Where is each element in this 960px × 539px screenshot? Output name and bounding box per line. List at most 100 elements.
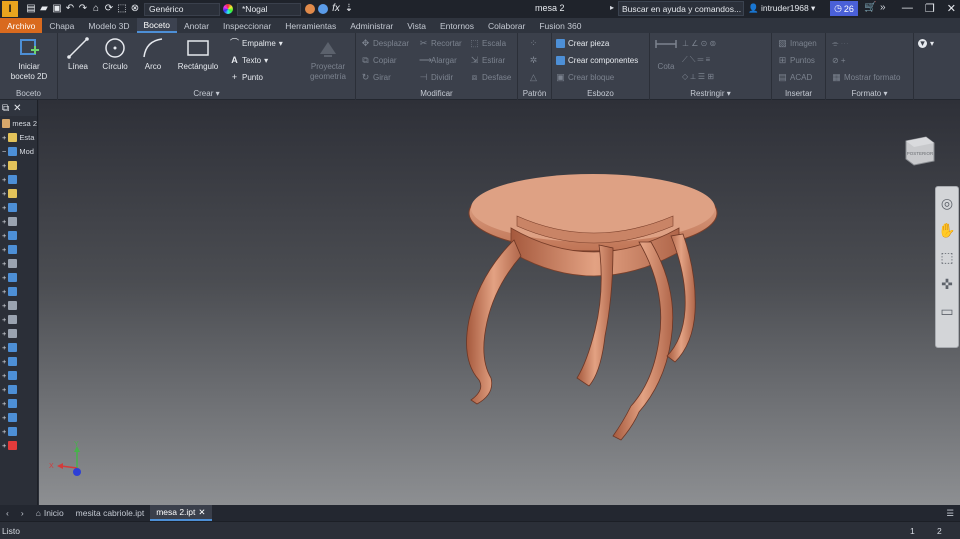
minimize-icon[interactable]: — [902,2,913,15]
material-select[interactable]: Genérico [144,2,220,16]
expand-icon[interactable]: + [2,315,6,324]
expand-icon[interactable]: + [2,231,6,240]
browser-feature-row[interactable]: + [0,410,37,424]
start-2d-sketch-button[interactable]: Iniciar boceto 2D [5,36,53,82]
make-components-button[interactable]: Crear componentes [556,56,638,65]
offset-button[interactable]: ⧈ Desfase [470,73,512,83]
tab-administrar[interactable]: Administrar [343,18,400,33]
copy-button[interactable]: ⧉ Copiar [361,56,396,66]
expand-icon[interactable]: + [2,441,6,450]
make-part-button[interactable]: Crear pieza [556,39,609,48]
expand-icon[interactable]: + [2,329,6,338]
save-icon[interactable]: ▣ [52,4,62,14]
fx-parameters-icon[interactable]: fx [331,4,341,14]
zoom-window-icon[interactable]: ⬚ [936,246,958,268]
inventor-logo-icon[interactable]: I [2,1,18,17]
more-icon[interactable]: » [880,2,886,13]
steering-wheel-icon[interactable]: ◎ [936,192,958,214]
rectangular-pattern-button[interactable]: ⁘ [529,39,538,48]
create-block-button[interactable]: ▣ Crear bloque [556,73,614,83]
browser-feature-row[interactable]: + [0,158,37,172]
mirror-button[interactable]: △ [529,73,538,82]
circle-button[interactable]: Círculo [98,36,132,72]
browser-grid-icon[interactable]: ⧉ [2,103,9,114]
constraint-icons-row-2[interactable]: ⟋ ⟍ ═ ≡ [682,55,710,65]
orbit-icon[interactable]: ✜ [936,273,958,295]
panel-title-restringir[interactable]: Restringir ▾ [650,89,771,98]
browser-feature-row[interactable]: + [0,284,37,298]
expand-icon[interactable]: + [2,287,6,296]
update-icon[interactable]: ⟳ [104,4,114,14]
browser-feature-row[interactable]: + [0,256,37,270]
browser-feature-row[interactable]: + [0,312,37,326]
point-button[interactable]: + Punto [230,73,263,83]
redo-icon[interactable]: ↷ [78,4,88,14]
color-wheel-icon[interactable] [223,4,233,14]
fillet-button[interactable]: ⌒ Empalme ▾ [230,39,283,49]
constraint-icons-row-1[interactable]: ⊥ ∠ ⊙ ⊚ [682,39,716,48]
tab-archivo[interactable]: Archivo [0,18,43,33]
browser-row-state[interactable]: + Esta [0,130,37,144]
browser-row-root[interactable]: mesa 2 [0,116,37,130]
undo-icon[interactable]: ↶ [65,4,75,14]
tab-herramientas[interactable]: Herramientas [278,18,343,33]
expand-icon[interactable]: + [2,203,6,212]
table-model[interactable] [39,100,960,505]
arc-button[interactable]: Arco [138,36,168,72]
tab-entornos[interactable]: Entornos [433,18,481,33]
doc-tab-home[interactable]: ⌂ Inicio [30,505,70,521]
browser-feature-row[interactable]: + [0,242,37,256]
tab-inspeccionar[interactable]: Inspeccionar [216,18,278,33]
expand-icon[interactable]: + [2,343,6,352]
appearance-select[interactable]: *Nogal [237,2,301,16]
browser-feature-row[interactable]: + [0,368,37,382]
browser-feature-row[interactable]: + [0,270,37,284]
tab-colaborar[interactable]: Colaborar [481,18,532,33]
expand-icon[interactable]: + [2,413,6,422]
restore-icon[interactable]: ❐ [925,2,935,15]
ribbon-options-button[interactable]: ▾ ▾ [918,39,934,48]
customize-qa-icon[interactable]: ⇣ [344,4,354,14]
browser-feature-row[interactable]: + [0,186,37,200]
tab-fusion-360[interactable]: Fusion 360 [532,18,588,33]
expand-icon[interactable]: + [2,399,6,408]
stretch-button[interactable]: ⇲ Estirar [470,56,505,66]
browser-feature-row[interactable]: + [0,424,37,438]
subscription-badge[interactable]: ◷ 26 [830,1,858,16]
viewcube[interactable]: POSTERIOR [904,133,936,167]
graphics-viewport[interactable]: POSTERIOR ◎ ✋ ⬚ ✜ ▭ X Y [39,100,960,505]
clear-appearance-icon[interactable] [318,4,328,14]
expand-icon[interactable]: + [2,301,6,310]
doc-tab-mesita[interactable]: mesita cabriole.ipt [70,505,151,521]
browser-close-icon[interactable]: ✕ [13,103,21,114]
appearance-icon[interactable] [305,4,315,14]
help-search-input[interactable]: Buscar en ayuda y comandos... [618,1,744,16]
close-tab-icon[interactable]: ✕ [198,507,205,518]
format-icons-row-1[interactable]: ⌯ ⋯ [832,39,849,49]
expand-icon[interactable]: + [2,189,6,198]
close-circle-icon[interactable]: ⊗ [130,4,140,14]
browser-feature-row[interactable]: + [0,382,37,396]
browser-row-model[interactable]: − Mod [0,144,37,158]
panel-title-crear[interactable]: Crear ▾ [58,89,355,98]
constraint-icons-row-3[interactable]: ◇ ⟂ ☰ ⊞ [682,72,714,82]
doc-tabs-scroll-left[interactable]: ‹ [0,505,15,521]
format-icons-row-2[interactable]: ⊘ + [832,56,846,65]
expand-icon[interactable]: + [2,259,6,268]
browser-feature-row[interactable]: + [0,298,37,312]
pan-hand-icon[interactable]: ✋ [936,219,958,241]
rectangle-button[interactable]: Rectángulo [174,36,222,72]
extend-button[interactable]: ⟶ Alargar [419,56,457,66]
move-button[interactable]: ✥ Desplazar [361,39,409,49]
tab-chapa[interactable]: Chapa [42,18,81,33]
tab-vista[interactable]: Vista [400,18,433,33]
browser-feature-row[interactable]: + [0,340,37,354]
points-button[interactable]: ⊞ Puntos [778,56,815,66]
line-button[interactable]: Línea [63,36,93,72]
look-at-icon[interactable]: ▭ [936,300,958,322]
expand-icon[interactable]: + [2,357,6,366]
project-geometry-button[interactable]: Proyectar geometría [306,36,350,82]
user-account[interactable]: 👤 intruder1968 ▾ [748,3,815,14]
browser-feature-row[interactable]: + [0,200,37,214]
expand-icon[interactable]: + [2,385,6,394]
